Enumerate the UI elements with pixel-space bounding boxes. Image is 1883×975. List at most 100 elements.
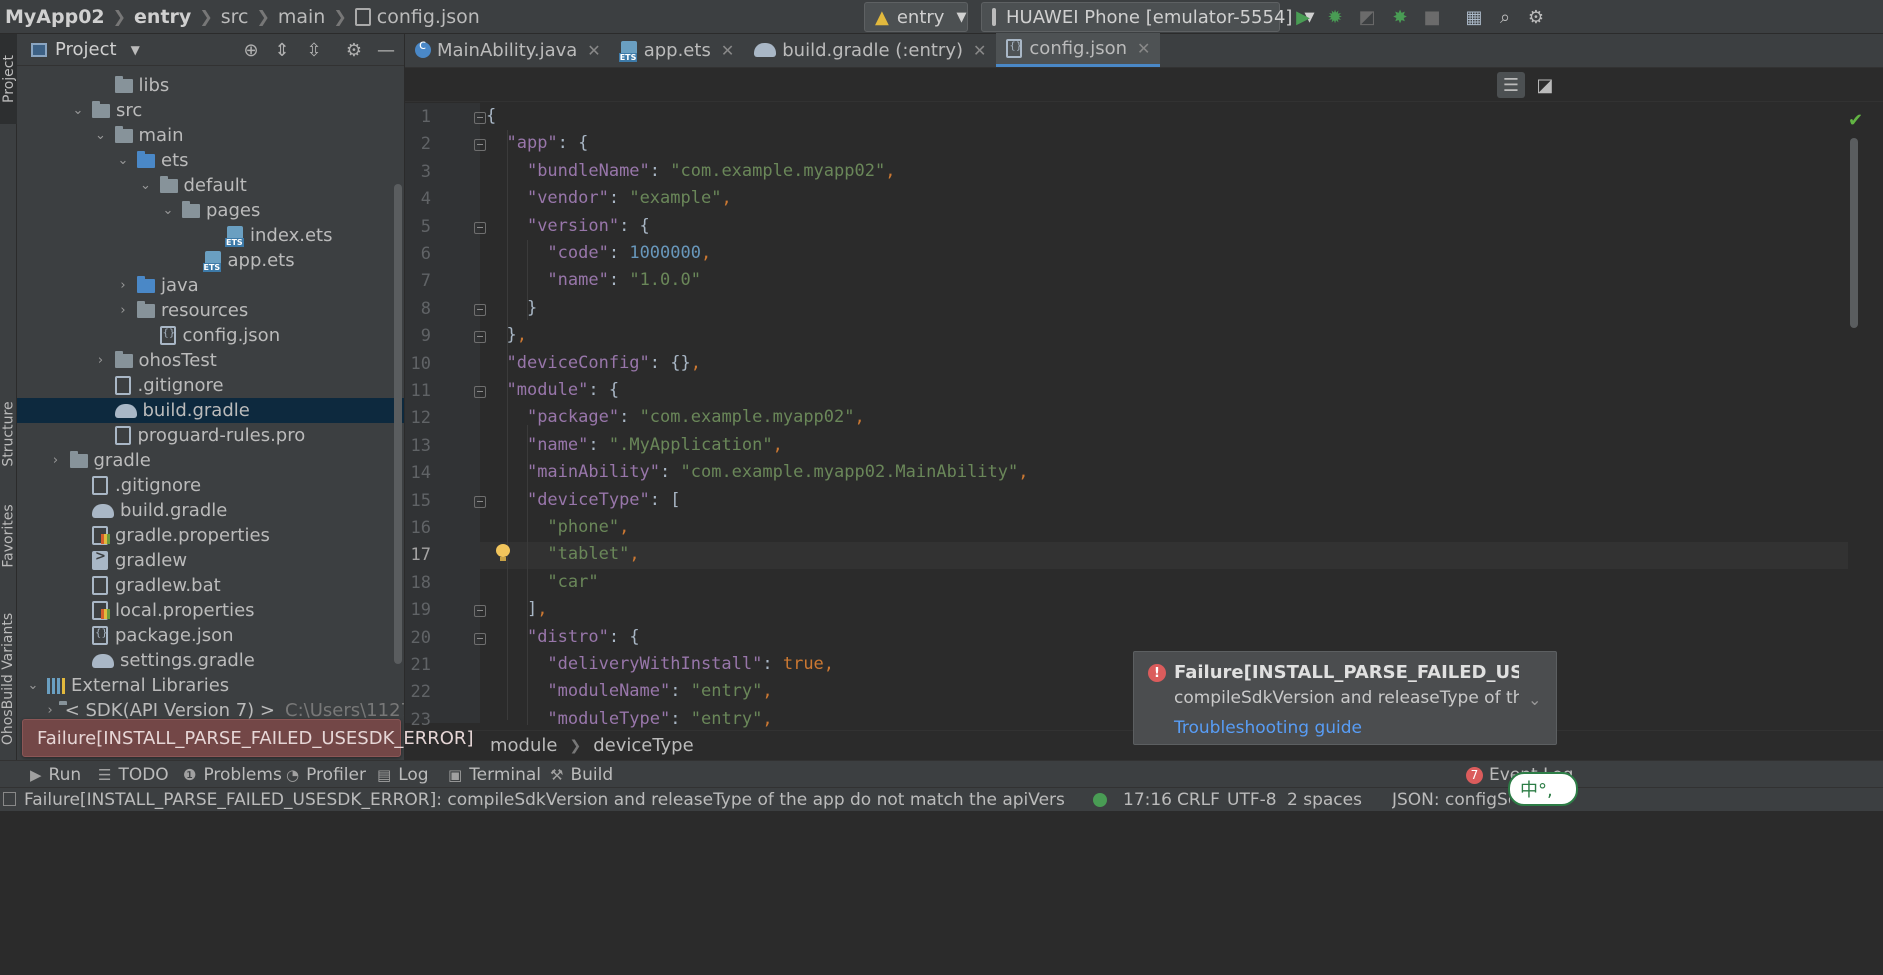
code-line[interactable]: "deviceConfig": {}, <box>486 350 701 377</box>
tree-item[interactable]: ⌄ default <box>17 173 404 198</box>
code-line[interactable]: "name": "1.0.0" <box>486 267 701 294</box>
editor-tab[interactable]: build.gradle (:entry) ✕ <box>744 33 996 67</box>
chevron-down-icon[interactable]: ⌄ <box>25 678 41 693</box>
tool-run[interactable]: ▶ Run <box>30 764 81 786</box>
attach-debugger-icon[interactable]: ◩ <box>1356 6 1378 28</box>
settings-icon[interactable]: ⚙ <box>1525 6 1547 28</box>
minimize-icon[interactable]: — <box>375 39 397 61</box>
code-line[interactable]: "vendor": "example", <box>486 185 732 212</box>
tree-item[interactable]: ⌄ pages <box>17 198 404 223</box>
stop-icon[interactable]: ■ <box>1421 6 1443 28</box>
locate-icon[interactable]: ⊕ <box>240 39 262 61</box>
tree-item[interactable]: ›settings.gradle <box>17 648 404 673</box>
ime-indicator[interactable]: 中°, <box>1508 772 1578 806</box>
tool-tab-structure[interactable]: Structure <box>0 379 17 489</box>
tree-item[interactable]: ›build.gradle <box>17 398 404 423</box>
close-icon[interactable]: ✕ <box>1137 39 1150 58</box>
panel-toggle-icon[interactable] <box>3 792 16 806</box>
tree-item[interactable]: ›.gitignore <box>17 373 404 398</box>
editor-tab[interactable]: MainAbility.java ✕ <box>405 33 611 67</box>
fold-marker-icon[interactable] <box>474 632 486 645</box>
gear-icon[interactable]: ⚙ <box>343 39 365 61</box>
fold-marker-icon[interactable] <box>474 221 486 234</box>
fold-marker-icon[interactable] <box>474 303 486 316</box>
device-select[interactable]: HUAWEI Phone [emulator-5554] ▼ <box>981 2 1314 32</box>
chevron-down-icon[interactable]: ⌄ <box>1528 690 1541 709</box>
tree-item[interactable]: ›.gitignore <box>17 473 404 498</box>
code-line[interactable]: "car" <box>486 569 598 596</box>
code-line[interactable]: "deviceType": [ <box>486 487 681 514</box>
tree-item[interactable]: ›app.ets <box>17 248 404 273</box>
tree-item[interactable]: ›config.json <box>17 323 404 348</box>
tool-build[interactable]: ⚒ Build <box>550 764 613 786</box>
code-line[interactable]: "code": 1000000, <box>486 240 711 267</box>
run-configuration-select[interactable]: ▲ entry ▼ <box>864 2 968 32</box>
code-line[interactable]: { <box>486 103 496 130</box>
tool-tab-variants[interactable]: OhosBuild Variants <box>0 594 17 764</box>
chevron-down-icon[interactable]: ⌄ <box>160 203 176 218</box>
tool-tab-project[interactable]: Project <box>0 34 17 124</box>
profile-icon[interactable]: ✸ <box>1389 6 1411 28</box>
tree-item[interactable]: ⌄ main <box>17 123 404 148</box>
crumb-src[interactable]: src <box>221 6 249 28</box>
status-ok-icon[interactable] <box>1093 793 1107 807</box>
caret-position[interactable]: 17:16 <box>1123 790 1172 810</box>
code-line[interactable]: "package": "com.example.myapp02", <box>486 404 865 431</box>
code-line[interactable]: "module": { <box>486 377 619 404</box>
breadcrumb-devicetype[interactable]: deviceType <box>593 735 693 756</box>
code-line[interactable]: "bundleName": "com.example.myapp02", <box>486 158 896 185</box>
chevron-right-icon[interactable]: › <box>48 453 64 468</box>
tool-tab-favorites[interactable]: Favorites <box>0 486 17 586</box>
chevron-right-icon[interactable]: › <box>115 278 131 293</box>
chevron-down-icon[interactable]: ⌄ <box>115 153 131 168</box>
tree-item[interactable]: ⌄ src <box>17 98 404 123</box>
preview-icon[interactable]: ◪ <box>1531 72 1559 98</box>
fold-marker-icon[interactable] <box>474 605 486 618</box>
breadcrumb-module[interactable]: module <box>490 735 557 756</box>
file-encoding[interactable]: UTF-8 <box>1227 790 1277 810</box>
collapse-all-icon[interactable]: ⇳ <box>303 39 325 61</box>
tree-item[interactable]: › java <box>17 273 404 298</box>
crumb-module[interactable]: entry <box>134 6 191 28</box>
tree-item[interactable]: ⌄ External Libraries <box>17 673 404 698</box>
fold-marker-icon[interactable] <box>474 139 486 152</box>
tree-item[interactable]: ›libs <box>17 73 404 98</box>
tree-item[interactable]: ›gradle.properties <box>17 523 404 548</box>
code-line[interactable]: "mainAbility": "com.example.myapp02.Main… <box>486 459 1029 486</box>
editor-tab[interactable]: config.json ✕ <box>996 33 1161 67</box>
crumb-main[interactable]: main <box>278 6 325 28</box>
tree-item[interactable]: ›index.ets <box>17 223 404 248</box>
debug-icon[interactable]: ✹ <box>1324 6 1346 28</box>
close-icon[interactable]: ✕ <box>587 41 600 60</box>
chevron-right-icon[interactable]: › <box>93 353 109 368</box>
fold-marker-icon[interactable] <box>474 331 486 344</box>
editor-tab[interactable]: app.ets ✕ <box>611 33 745 67</box>
tree-item[interactable]: ⌄ ets <box>17 148 404 173</box>
tree-item[interactable]: ›gradlew.bat <box>17 573 404 598</box>
close-icon[interactable]: ✕ <box>721 41 734 60</box>
project-view-title[interactable]: Project <box>55 39 117 60</box>
chevron-right-icon[interactable]: › <box>48 703 53 718</box>
fold-marker-icon[interactable] <box>474 112 486 124</box>
chevron-down-icon[interactable]: ⌄ <box>138 178 154 193</box>
tool-log[interactable]: ▤ Log <box>377 764 429 786</box>
close-icon[interactable]: ✕ <box>973 41 986 60</box>
tree-item[interactable]: ›package.json <box>17 623 404 648</box>
project-structure-icon[interactable]: ▦ <box>1463 6 1485 28</box>
code-line[interactable]: "distro": { <box>486 624 640 651</box>
expand-all-icon[interactable]: ⇕ <box>271 39 293 61</box>
tool-todo[interactable]: ☰ TODO <box>98 764 169 786</box>
editor-scrollbar[interactable] <box>1850 138 1858 328</box>
status-message[interactable]: Failure[INSTALL_PARSE_FAILED_USESDK_ERRO… <box>24 790 1064 810</box>
tree-item[interactable]: ›build.gradle <box>17 498 404 523</box>
tree-item[interactable]: ›gradlew <box>17 548 404 573</box>
tool-problems[interactable]: ❶ Problems <box>183 764 282 786</box>
tool-profiler[interactable]: ◔ Profiler <box>286 764 366 786</box>
reader-mode-icon[interactable]: ☰ <box>1497 72 1525 98</box>
tree-item[interactable]: › ohosTest <box>17 348 404 373</box>
code-line[interactable]: ], <box>486 596 548 623</box>
caret-down-icon[interactable]: ▼ <box>131 43 140 57</box>
code-line[interactable]: "moduleType": "entry", <box>486 706 772 733</box>
lightbulb-icon[interactable] <box>496 544 510 562</box>
crumb-file[interactable]: config.json <box>354 6 480 28</box>
